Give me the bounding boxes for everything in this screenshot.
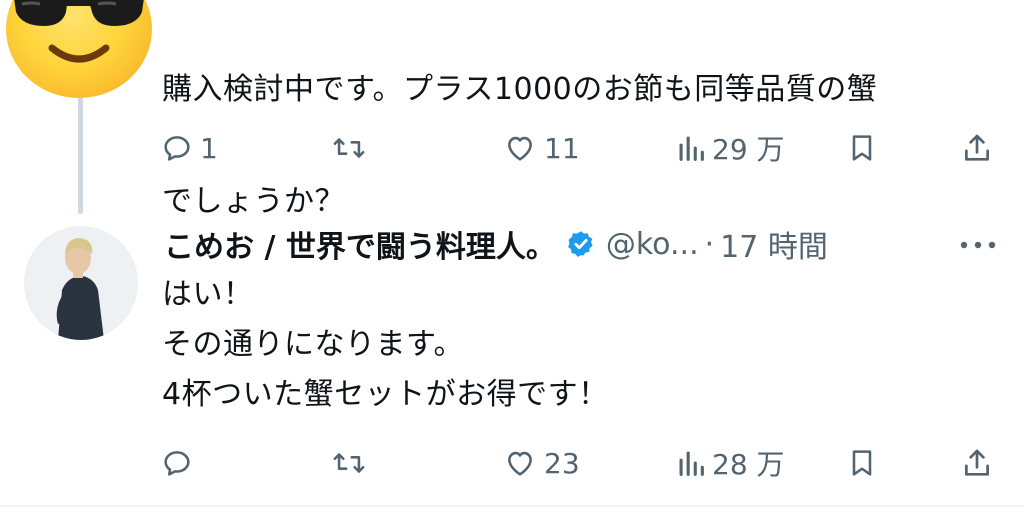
verified-badge-icon xyxy=(566,229,596,259)
avatar-user-photo[interactable] xyxy=(24,226,138,340)
views-button[interactable]: 28 万 xyxy=(676,443,785,483)
more-icon xyxy=(960,241,996,249)
views-icon xyxy=(679,136,704,161)
thread-view: 購入検討中です。プラス1000のお節も同等品質の蟹 でしょうか？ 1 11 29… xyxy=(0,0,1024,519)
divider xyxy=(0,505,1024,507)
tweet-timestamp[interactable]: 17 時間 xyxy=(720,222,828,266)
tweet-text: はい！ その通りになります。 4杯ついた蟹セットがお得です！ xyxy=(162,270,1012,420)
reply-icon xyxy=(164,451,190,476)
tweet-text-line: 購入検討中です。プラス1000のお節も同等品質の蟹 xyxy=(162,72,878,107)
view-count: 28 万 xyxy=(712,448,785,481)
bookmark-button[interactable] xyxy=(846,128,878,168)
bookmark-icon xyxy=(852,135,872,161)
share-icon xyxy=(965,134,989,161)
reply-icon xyxy=(164,136,190,161)
like-icon xyxy=(508,451,532,476)
header-separator: · xyxy=(704,226,715,262)
share-button[interactable] xyxy=(960,443,994,483)
tweet-text-line: その通りになります。 xyxy=(162,327,464,362)
user-handle[interactable]: @ko... xyxy=(606,227,699,262)
tweet-action-bar: 1 11 29 万 xyxy=(160,128,1000,168)
retweet-icon xyxy=(333,453,365,473)
more-options-button[interactable] xyxy=(958,230,998,260)
like-icon xyxy=(508,136,532,161)
like-count: 11 xyxy=(544,131,580,165)
share-icon xyxy=(965,449,989,476)
view-count: 29 万 xyxy=(712,133,785,166)
like-button[interactable]: 11 xyxy=(502,128,580,168)
share-button[interactable] xyxy=(960,128,994,168)
reply-count: 1 xyxy=(200,131,218,165)
retweet-button[interactable] xyxy=(330,443,374,483)
tweet-header: こめお / 世界で闘う料理人。 @ko... · 17 時間 xyxy=(164,222,828,266)
views-button[interactable]: 29 万 xyxy=(676,128,785,168)
retweet-icon xyxy=(333,138,365,158)
avatar-sunglasses-emoji[interactable] xyxy=(6,0,152,98)
like-button[interactable]: 23 xyxy=(502,443,580,483)
tweet-text-line: はい！ xyxy=(162,277,254,312)
thread-connector-line xyxy=(78,92,83,214)
display-name[interactable]: こめお / 世界で闘う料理人。 xyxy=(164,222,556,266)
like-count: 23 xyxy=(544,446,580,480)
views-icon xyxy=(679,451,704,476)
bookmark-icon xyxy=(852,450,872,476)
tweet-action-bar: 23 28 万 xyxy=(160,443,1000,483)
retweet-button[interactable] xyxy=(330,128,374,168)
reply-button[interactable]: 1 xyxy=(160,128,218,168)
tweet-text-line: 4杯ついた蟹セットがお得です！ xyxy=(162,377,609,412)
reply-button[interactable] xyxy=(160,443,200,483)
bookmark-button[interactable] xyxy=(846,443,878,483)
